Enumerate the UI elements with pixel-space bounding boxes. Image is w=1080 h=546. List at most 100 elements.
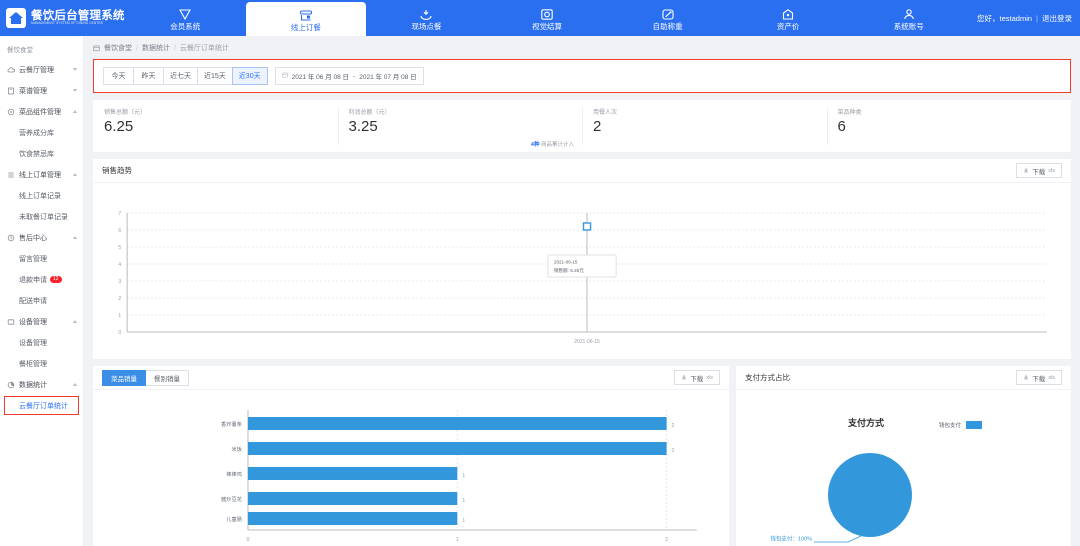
stat-label-diner-count: 用餐人次	[593, 107, 827, 116]
nav-label-assets: 资产价	[777, 23, 800, 31]
sidebar-item-data-statistics[interactable]: 数据统计	[0, 374, 83, 395]
top-nav-items: 会员系统 线上订餐 现场点餐 视觉结算 自助称重	[125, 0, 969, 36]
scale-icon	[661, 6, 675, 21]
refund-count-badge: 12	[50, 276, 62, 283]
sidebar-subitem-delivery-request[interactable]: 配送申请	[0, 290, 83, 311]
sidebar-subitem-cloud-order-statistics[interactable]: 云餐厅订单统计	[3, 395, 80, 416]
svg-text:棒棒鸡: 棒棒鸡	[226, 470, 242, 478]
date-range-picker[interactable]: 2021 年 06 月 08 日 - 2021 年 07 月 08 日	[275, 67, 424, 85]
svg-text:2: 2	[672, 423, 675, 429]
svg-text:4: 4	[118, 262, 121, 268]
breadcrumb-item-statistics[interactable]: 数据统计	[142, 43, 170, 53]
breadcrumb: 餐饮食堂 / 数据统计 / 云餐厅订单统计	[84, 36, 1080, 59]
payment-ratio-download-button[interactable]: 下载 xls	[1016, 370, 1062, 385]
breadcrumb-separator-1: /	[136, 45, 138, 52]
sidebar-subitem-unclaimed-order-records[interactable]: 未取餐订单记录	[0, 206, 83, 227]
greeting-text: 您好，testadmin	[977, 13, 1032, 24]
sidebar-subitem-cabinet-manage[interactable]: 餐柜管理	[0, 353, 83, 374]
payment-ratio-download-ext: xls	[1048, 375, 1055, 381]
svg-text:0: 0	[247, 537, 250, 543]
date-range-end: 2021 年 07 月 08 日	[359, 71, 416, 81]
sales-trend-download-button[interactable]: 下载 xls	[1016, 163, 1062, 178]
nav-item-assets[interactable]: 资产价	[728, 0, 849, 36]
sidebar-label-refund-request: 退款申请	[19, 275, 47, 285]
chevron-down-icon	[73, 89, 77, 92]
sales-trend-panel: 销售趋势 下载 xls	[93, 159, 1071, 359]
nav-label-visual-settle: 视觉结算	[532, 23, 562, 31]
sidebar-label-dish-component: 菜品组件管理	[19, 107, 69, 117]
sidebar-label-online-order-records: 线上订单记录	[19, 191, 61, 201]
range-button-yesterday[interactable]: 昨天	[133, 67, 164, 85]
tab-dish-sales[interactable]: 菜品销量	[102, 370, 146, 386]
sidebar-label-unclaimed-order-records: 未取餐订单记录	[19, 212, 68, 222]
svg-text:5: 5	[118, 245, 121, 251]
stat-note-text: 商品累计计入	[541, 142, 574, 148]
component-icon	[7, 108, 15, 116]
sidebar-label-cabinet-manage: 餐柜管理	[19, 359, 47, 369]
download-icon	[1023, 374, 1029, 382]
nav-label-membership: 会员系统	[170, 23, 200, 31]
nav-item-visual-settle[interactable]: 视觉结算	[487, 0, 608, 36]
svg-text:2: 2	[665, 537, 668, 543]
sidebar-label-nutrition-library: 营养成分库	[19, 128, 54, 138]
sidebar-item-cloud-restaurant[interactable]: 云餐厅管理	[0, 59, 83, 80]
chevron-up-icon	[73, 236, 77, 239]
stat-value-diner-count: 2	[593, 118, 827, 135]
range-button-last-7-days[interactable]: 近七天	[163, 67, 198, 85]
sidebar-subitem-device-manage[interactable]: 设备管理	[0, 332, 83, 353]
cloud-icon	[7, 66, 15, 74]
svg-text:6: 6	[118, 228, 121, 234]
sidebar-label-data-statistics: 数据统计	[19, 380, 69, 390]
svg-text:2021-06-15: 2021-06-15	[554, 260, 578, 265]
bar-3	[248, 467, 457, 480]
sidebar-subitem-online-order-records[interactable]: 线上订单记录	[0, 185, 83, 206]
chevron-up-icon	[73, 173, 77, 176]
sidebar-label-device-manage-sub: 设备管理	[19, 338, 47, 348]
range-button-last-15-days[interactable]: 近15天	[197, 67, 233, 85]
line-chart-tooltip: 2021-06-15 销售额: 6.25元	[548, 255, 616, 277]
sidebar-label-diet-taboo-library: 饮食禁忌库	[19, 149, 54, 159]
sidebar-item-device-manage[interactable]: 设备管理	[0, 311, 83, 332]
sidebar-subitem-diet-taboo-library[interactable]: 饮食禁忌库	[0, 143, 83, 164]
sales-trend-download-label: 下载	[1032, 166, 1045, 176]
sidebar-section-title: 餐饮食堂	[0, 40, 83, 59]
nav-item-onsite-order[interactable]: 现场点餐	[366, 0, 487, 36]
nav-label-online-order: 线上订餐	[291, 24, 321, 32]
sidebar-subitem-message-manage[interactable]: 留言管理	[0, 248, 83, 269]
svg-text:1: 1	[456, 537, 459, 543]
svg-text:香炸薯条: 香炸薯条	[221, 420, 243, 428]
sidebar-subitem-nutrition-library[interactable]: 营养成分库	[0, 122, 83, 143]
chart-icon	[7, 381, 15, 389]
nav-label-self-weigh: 自助称重	[653, 23, 683, 31]
sidebar-subitem-refund-request[interactable]: 退款申请 12	[0, 269, 83, 290]
range-button-last-30-days[interactable]: 近30天	[232, 67, 268, 85]
nav-label-onsite-order: 现场点餐	[411, 23, 441, 31]
app-title-en: MANAGEMENT SYSTEM OF DINING CENTER	[31, 22, 120, 25]
sidebar-item-menu-manage[interactable]: 菜谱管理	[0, 80, 83, 101]
pie-chart-legend: 钱包支付	[939, 421, 982, 429]
svg-text:销售额: 6.25元: 销售额: 6.25元	[554, 267, 584, 274]
nav-item-system-account[interactable]: 系统账号	[848, 0, 969, 36]
breadcrumb-separator-2: /	[174, 45, 176, 52]
breadcrumb-item-canteen[interactable]: 餐饮食堂	[104, 43, 132, 53]
range-button-today[interactable]: 今天	[103, 67, 134, 85]
sidebar-item-dish-component[interactable]: 菜品组件管理	[0, 101, 83, 122]
nav-item-self-weigh[interactable]: 自助称重	[607, 0, 728, 36]
logout-button[interactable]: 退出登录	[1042, 13, 1072, 24]
nav-label-system-account: 系统账号	[894, 23, 924, 31]
pie-slice-wallet	[828, 453, 912, 537]
dish-sales-download-button[interactable]: 下载 xls	[674, 370, 720, 385]
order-icon	[419, 6, 433, 21]
sidebar-item-aftersales-center[interactable]: 售后中心	[0, 227, 83, 248]
dish-sales-panel: 菜品销量 餐别销量 下载 xls	[93, 366, 729, 546]
chevron-down-icon	[73, 68, 77, 71]
stat-label-total-profit: 利润总额（元）	[349, 107, 583, 116]
dish-sales-download-label: 下载	[690, 373, 703, 383]
tab-meal-sales[interactable]: 餐别销量	[145, 370, 189, 386]
nav-item-membership[interactable]: 会员系统	[125, 0, 246, 36]
sidebar-item-online-order-manage[interactable]: 线上订单管理	[0, 164, 83, 185]
svg-text:1: 1	[462, 498, 465, 504]
sidebar-label-message-manage: 留言管理	[19, 254, 47, 264]
brand-logo-block: 餐饮后台管理系统 MANAGEMENT SYSTEM OF DINING CEN…	[0, 0, 125, 36]
nav-item-online-order[interactable]: 线上订餐	[246, 2, 367, 36]
